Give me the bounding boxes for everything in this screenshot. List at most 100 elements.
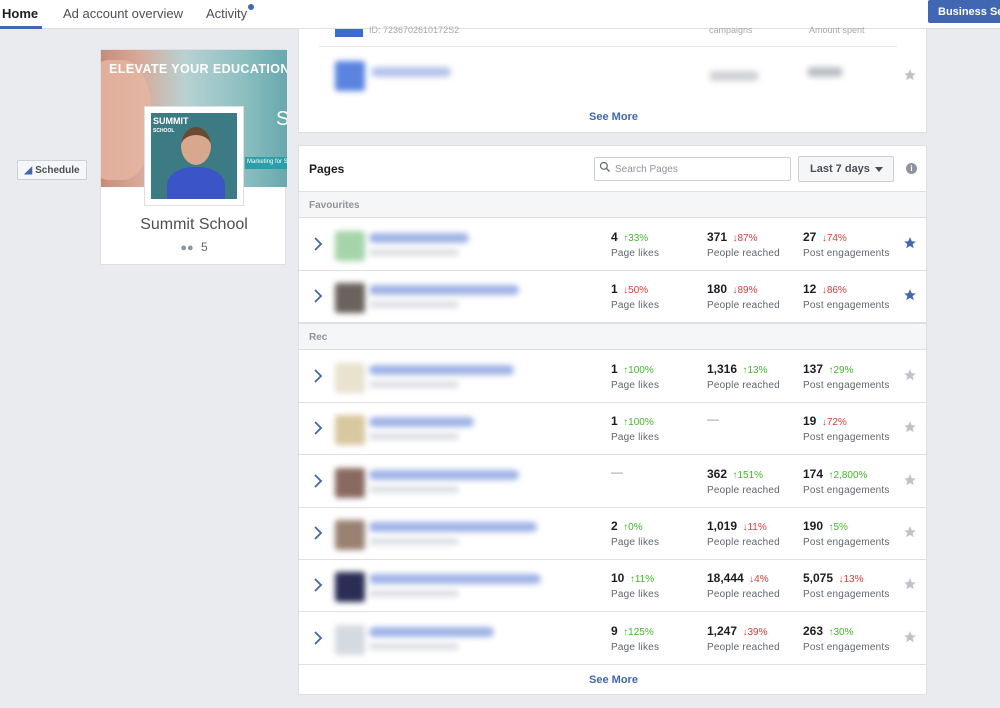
people-reached-change: ↓87% [732,233,757,244]
chevron-right-icon[interactable] [313,526,323,540]
people-reached-label: People reached [707,589,780,600]
people-reached: — [707,412,817,426]
page-likes-value-line: 9 ↑125% [611,622,721,640]
page-likes-value-line: 10 ↑11% [611,569,721,587]
people-reached-value-line: 18,444 ↓4% [707,569,817,587]
page-likes-value-line: 2 ↑0% [611,517,721,535]
post-engagements-change-value: 5% [833,522,848,533]
star-icon[interactable] [903,630,917,644]
ad-accounts-see-more-link[interactable]: See More [299,111,928,123]
people-reached: 371 ↓87% People reached [707,228,817,259]
chevron-right-icon[interactable] [313,369,323,383]
profile-picture: SUMMIT SCHOOL [151,113,237,199]
search-pages-box[interactable] [594,157,791,181]
tab-home[interactable]: Home [2,6,38,21]
pages-see-more-link[interactable]: See More [299,674,928,686]
post-engagements: 19 ↓72% Post engagements [803,412,913,443]
avatar-logo-sub: SCHOOL [153,128,175,134]
info-icon[interactable]: i [906,163,917,174]
chevron-right-icon[interactable] [313,237,323,251]
chevron-right-icon[interactable] [313,474,323,488]
post-engagements: 137 ↑29% Post engagements [803,360,913,391]
cover-tagline: Marketing for Sc [245,157,287,169]
page-likes-label: Page likes [611,432,660,443]
people-reached: 1,247 ↓39% People reached [707,622,817,653]
caret-down-icon [875,167,883,172]
tab-ad-account-overview[interactable]: Ad account overview [63,6,183,21]
date-range-dropdown[interactable]: Last 7 days [798,156,894,182]
page-row[interactable]: 1 ↑100% Page likes — 19 ↓72% Post engagement… [299,403,926,455]
page-row[interactable]: 10 ↑11% Page likes 18,444 ↓4% People reache… [299,560,926,612]
page-row[interactable]: 4 ↑33% Page likes 371 ↓87% People reached 27… [299,219,926,271]
page-row[interactable]: 2 ↑0% Page likes 1,019 ↓11% People reached 1… [299,508,926,560]
page-name-blurred[interactable] [369,574,541,584]
page-likes-change-value: 125% [628,627,654,638]
page-row[interactable]: 1 ↓50% Page likes 180 ↓89% People reached 12… [299,271,926,323]
page-name-blurred[interactable] [369,285,519,295]
page-meta-blurred [369,433,459,440]
page-likes-label: Page likes [611,589,660,600]
post-engagements-value-line: 263 ↑30% [803,622,913,640]
chevron-right-icon[interactable] [313,421,323,435]
page-likes-change-value: 33% [628,233,649,244]
post-engagements-change-value: 29% [833,365,854,376]
section-recent: Rec [299,323,926,350]
page-name-blurred[interactable] [369,417,474,427]
post-engagements-label: Post engagements [803,589,890,600]
page-likes-label: Page likes [611,537,660,548]
post-engagements-label: Post engagements [803,248,890,259]
post-engagements-value: 19 [803,414,817,428]
business-name[interactable]: Summit School [101,216,287,234]
chevron-right-icon[interactable] [313,578,323,592]
ad-accounts-card: ID: 7236702610172S2 campaigns Amount spe… [298,25,928,133]
page-row[interactable]: 1 ↑100% Page likes 1,316 ↑13% People reache… [299,351,926,403]
business-settings-button[interactable]: Business Se [928,0,1000,23]
schedule-button[interactable]: ◢ Schedule [17,160,87,180]
page-row[interactable]: 9 ↑125% Page likes 1,247 ↓39% People reache… [299,613,926,665]
page-likes-value-line: 4 ↑33% [611,228,721,246]
people-reached-value: 180 [707,282,728,296]
star-icon[interactable] [903,368,917,382]
post-engagements-change: ↓72% [822,417,847,428]
post-engagements-change-value: 30% [833,627,854,638]
star-icon[interactable] [903,68,917,82]
page-likes-change: ↑100% [623,365,654,376]
page-name-blurred[interactable] [369,627,494,637]
star-icon[interactable] [903,420,917,434]
chevron-right-icon[interactable] [313,289,323,303]
ad-account-id: ID: 7236702610172S2 [369,25,460,35]
page-name-blurred[interactable] [369,365,514,375]
star-icon[interactable] [903,473,917,487]
pages-heading: Pages [309,162,345,176]
page-name-blurred[interactable] [369,522,537,532]
member-count[interactable]: ●● 5 [101,240,287,254]
page-likes: 9 ↑125% Page likes [611,622,721,653]
avatar-head-graphic [181,127,211,165]
star-filled-icon[interactable] [903,288,917,302]
ad-amount-label: Amount spent [809,25,865,35]
cover-letter: S [276,108,287,130]
post-engagements-change-value: 74% [826,233,847,244]
page-name-blurred[interactable] [369,233,469,243]
page-likes-value: 4 [611,230,618,244]
star-icon[interactable] [903,577,917,591]
page-name-blurred[interactable] [369,470,519,480]
ad-account-row[interactable]: ID: 7236702610172S2 campaigns Amount spe… [319,25,897,47]
post-engagements-value: 5,075 [803,571,834,585]
page-likes-value: 10 [611,571,625,585]
page-likes-change: ↑125% [623,627,654,638]
tab-activity[interactable]: Activity [206,6,247,21]
page-row[interactable]: — 362 ↑151% People reached 174 ↑2,800% Post … [299,456,926,508]
page-thumbnail [335,572,365,602]
date-range-value: Last 7 days [810,163,870,175]
page-thumbnail [335,468,365,498]
page-likes-value: 2 [611,519,618,533]
star-icon[interactable] [903,525,917,539]
chevron-right-icon[interactable] [313,631,323,645]
star-filled-icon[interactable] [903,236,917,250]
people-reached-label: People reached [707,537,780,548]
profile-picture-frame[interactable]: SUMMIT SCHOOL [144,106,244,206]
search-pages-input[interactable] [615,161,785,177]
ad-account-thumbnail [335,61,365,91]
member-count-value: 5 [200,240,208,254]
